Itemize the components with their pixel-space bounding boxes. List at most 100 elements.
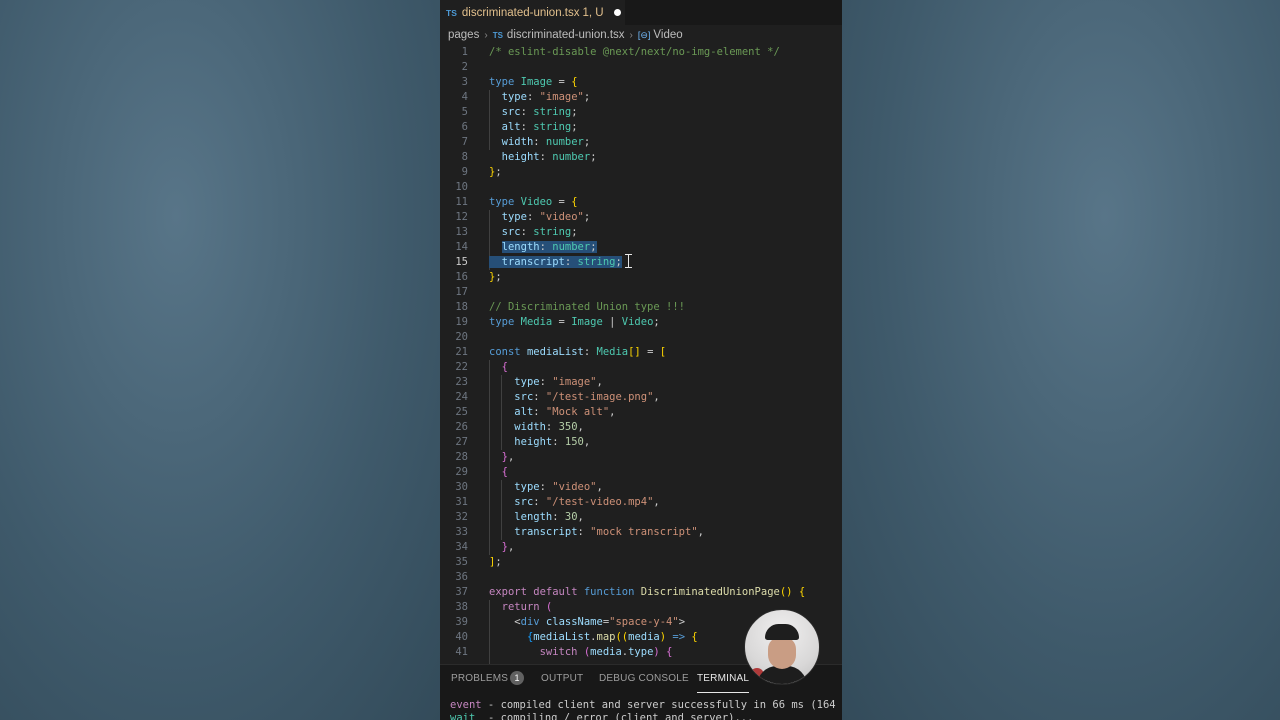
line-number: 40 xyxy=(455,631,468,643)
terminal-line: event - compiled client and server succe… xyxy=(450,699,842,711)
avatar-face xyxy=(768,637,796,669)
code-line: 6 alt: string; xyxy=(440,120,842,135)
code-line: 11 type Video = { xyxy=(440,195,842,210)
line-number-active: 15 xyxy=(455,256,468,268)
line-number: 29 xyxy=(455,466,468,478)
line-number: 13 xyxy=(455,226,468,238)
line-number: 28 xyxy=(455,451,468,463)
line-number: 27 xyxy=(455,436,468,448)
code-line-selected: 15 transcript: string; xyxy=(440,255,842,270)
code-line: 10 xyxy=(440,180,842,195)
background-right xyxy=(842,0,1280,720)
line-number: 5 xyxy=(461,106,468,118)
line-number: 7 xyxy=(461,136,468,148)
background-left xyxy=(0,0,440,720)
chevron-right-icon: › xyxy=(629,29,633,41)
code-line: 20 xyxy=(440,330,842,345)
line-number: 23 xyxy=(455,376,468,388)
breadcrumb-folder[interactable]: pages xyxy=(448,29,479,41)
code-line: 17 xyxy=(440,285,842,300)
line-number: 10 xyxy=(455,181,468,193)
code-line: 29 { xyxy=(440,465,842,480)
code-line: 32 length: 30, xyxy=(440,510,842,525)
chevron-right-icon: › xyxy=(484,29,488,41)
line-number: 12 xyxy=(455,211,468,223)
line-number: 38 xyxy=(455,601,468,613)
breadcrumb: pages › TS discriminated-union.tsx › [⊖]… xyxy=(448,27,683,43)
code-line: 31 src: "/test-video.mp4", xyxy=(440,495,842,510)
code-line: 1/* eslint-disable @next/next/no-img-ele… xyxy=(440,45,842,60)
line-number: 6 xyxy=(461,121,468,133)
line-number: 32 xyxy=(455,511,468,523)
line-number: 19 xyxy=(455,316,468,328)
code-line: 9}; xyxy=(440,165,842,180)
code-line: 13 src: string; xyxy=(440,225,842,240)
symbol-type-icon: [⊖] xyxy=(637,29,651,40)
line-number: 33 xyxy=(455,526,468,538)
code-line: 28 }, xyxy=(440,450,842,465)
line-number: 8 xyxy=(461,151,468,163)
code-line: 34 }, xyxy=(440,540,842,555)
code-line: 18// Discriminated Union type !!! xyxy=(440,300,842,315)
tab-filename: discriminated-union.tsx xyxy=(461,6,580,19)
code-line: 19 type Media = Image | Video; xyxy=(440,315,842,330)
line-number: 21 xyxy=(455,346,468,358)
code-line: 7 width: number; xyxy=(440,135,842,150)
breadcrumb-symbol[interactable]: Video xyxy=(653,29,682,41)
code-line: 12 type: "video"; xyxy=(440,210,842,225)
code-line: 24 src: "/test-image.png", xyxy=(440,390,842,405)
line-number: 18 xyxy=(455,301,468,313)
line-number: 30 xyxy=(455,481,468,493)
editor-tab-active[interactable]: TS discriminated-union.tsx 1, U xyxy=(440,0,625,25)
problems-count-badge: 1 xyxy=(510,671,524,685)
editor-tab-bar: TS discriminated-union.tsx 1, U xyxy=(440,0,842,25)
avatar-cap xyxy=(765,624,799,640)
code-line: 8 height: number; xyxy=(440,150,842,165)
line-number: 16 xyxy=(455,271,468,283)
tab-output[interactable]: OUTPUT xyxy=(541,673,583,684)
line-number: 35 xyxy=(455,556,468,568)
terminal-line: wait - compiling / error (client and ser… xyxy=(450,712,754,720)
unsaved-dot-icon[interactable] xyxy=(613,9,621,16)
code-line: 35]; xyxy=(440,555,842,570)
tab-status: 1, U xyxy=(582,6,604,19)
line-number: 24 xyxy=(455,391,468,403)
line-number: 22 xyxy=(455,361,468,373)
code-line: 33 transcript: "mock transcript", xyxy=(440,525,842,540)
line-number: 17 xyxy=(455,286,468,298)
line-number: 1 xyxy=(461,46,468,58)
code-line: 26 width: 350, xyxy=(440,420,842,435)
line-number: 31 xyxy=(455,496,468,508)
code-line: 21 const mediaList: Media[] = [ xyxy=(440,345,842,360)
code-line: 22 { xyxy=(440,360,842,375)
code-line: 27 height: 150, xyxy=(440,435,842,450)
line-number: 4 xyxy=(461,91,468,103)
code-line: 25 alt: "Mock alt", xyxy=(440,405,842,420)
breadcrumb-file[interactable]: discriminated-union.tsx xyxy=(507,29,625,41)
tab-terminal[interactable]: TERMINAL xyxy=(697,673,750,693)
line-number: 39 xyxy=(455,616,468,628)
code-line: 23 type: "image", xyxy=(440,375,842,390)
line-number: 3 xyxy=(461,76,468,88)
line-number: 9 xyxy=(461,166,468,178)
line-number: 2 xyxy=(461,61,468,73)
code-line: 37 export default function DiscriminatedU… xyxy=(440,585,842,600)
line-number: 26 xyxy=(455,421,468,433)
code-line: 16}; xyxy=(440,270,842,285)
line-number: 36 xyxy=(455,571,468,583)
line-number: 14 xyxy=(455,241,468,253)
line-number: 37 xyxy=(455,586,468,598)
line-number: 41 xyxy=(455,646,468,658)
code-line: 30 type: "video", xyxy=(440,480,842,495)
code-line-selected: 14 length: number; xyxy=(440,240,842,255)
code-line: 2 xyxy=(440,60,842,75)
tab-debug-console[interactable]: DEBUG CONSOLE xyxy=(599,673,689,684)
tab-problems[interactable]: PROBLEMS xyxy=(451,673,508,684)
code-line: 5 src: string; xyxy=(440,105,842,120)
text-cursor-icon xyxy=(624,254,633,268)
presenter-webcam-avatar xyxy=(744,609,820,685)
code-line: 4 type: "image"; xyxy=(440,90,842,105)
line-number: 34 xyxy=(455,541,468,553)
line-number: 25 xyxy=(455,406,468,418)
code-line: 36 xyxy=(440,570,842,585)
